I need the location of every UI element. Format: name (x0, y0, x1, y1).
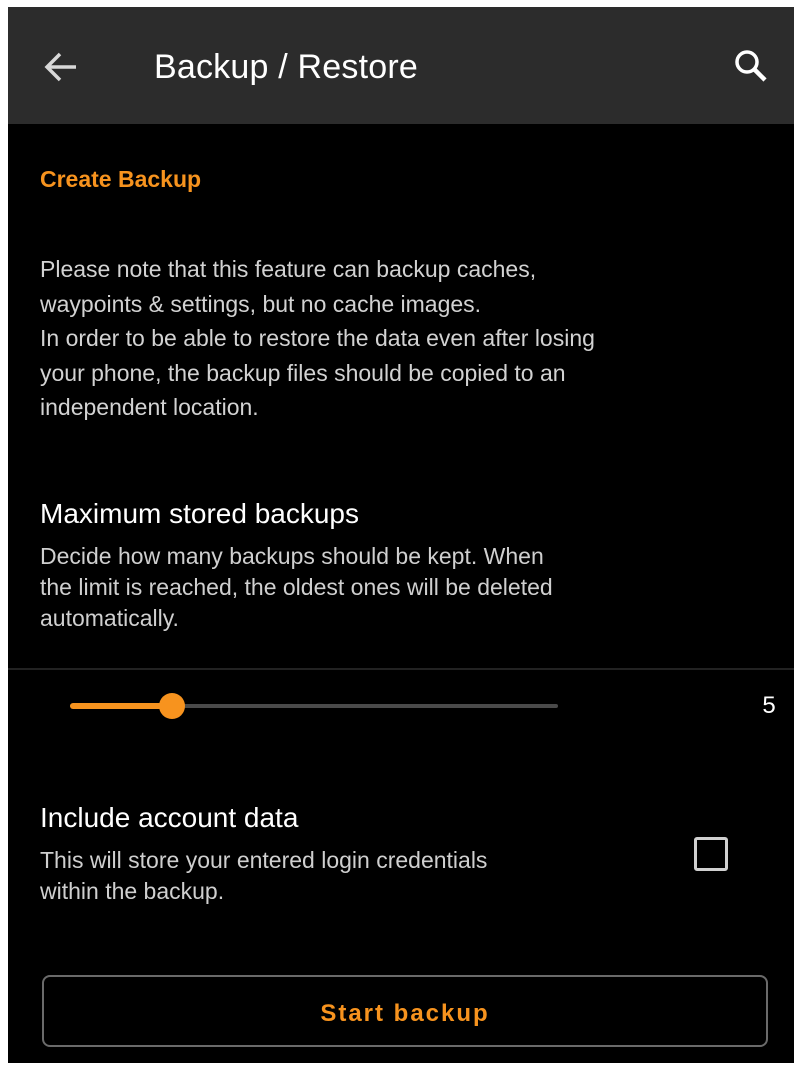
backup-restore-screen: Backup / Restore Create Backup Please no… (8, 7, 794, 1063)
account-data-summary-line: This will store your entered login crede… (40, 847, 488, 873)
search-button[interactable] (732, 47, 772, 87)
page-title: Backup / Restore (154, 48, 418, 86)
search-icon (735, 50, 767, 82)
section-header-create-backup: Create Backup (40, 166, 202, 192)
start-backup-button[interactable]: Start backup (42, 975, 768, 1047)
arrow-left-icon (44, 52, 76, 82)
max-backups-summary-line: the limit is reached, the oldest ones wi… (40, 574, 553, 600)
backup-note-text: Please note that this feature can backup… (40, 256, 595, 420)
max-backups-summary-line: automatically. (40, 605, 179, 631)
slider-value: 5 (762, 692, 776, 719)
account-data-checkbox[interactable] (694, 837, 728, 871)
max-backups-summary-line: Decide how many backups should be kept. … (40, 543, 544, 569)
account-data-title: Include account data (40, 802, 299, 833)
account-data-summary-line: within the backup. (40, 878, 225, 904)
slider-thumb[interactable] (159, 693, 185, 719)
divider (8, 668, 794, 670)
max-backups-title: Maximum stored backups (40, 498, 360, 529)
max-backups-slider[interactable] (70, 693, 558, 719)
slider-fill (70, 703, 172, 709)
app-bar: Backup / Restore (8, 7, 794, 124)
back-button[interactable] (36, 43, 84, 91)
